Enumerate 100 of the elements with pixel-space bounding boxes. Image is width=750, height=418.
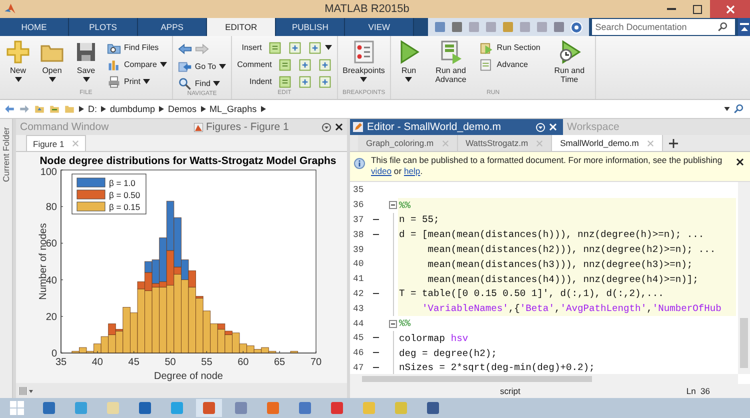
histogram-bar	[290, 350, 298, 354]
close-icon	[646, 140, 654, 146]
help-link[interactable]: video	[371, 166, 392, 176]
toolbar-icon[interactable]	[468, 21, 480, 33]
folder-icon	[64, 104, 75, 114]
cursor-position: Ln 36	[686, 386, 710, 396]
tick-label: 80	[46, 202, 57, 214]
search-icon	[178, 76, 192, 90]
ribbon-button[interactable]: Run Section	[478, 40, 542, 55]
help-link[interactable]: help	[404, 166, 420, 176]
scrollbar[interactable]	[350, 374, 738, 384]
app-icon	[394, 401, 408, 415]
panel-menu-icon[interactable]	[322, 122, 331, 132]
printer-icon	[107, 74, 121, 88]
app-icon	[74, 401, 88, 415]
help-icon[interactable]	[570, 20, 584, 34]
caret-icon[interactable]	[724, 107, 730, 111]
ribbon-button[interactable]: Advance	[478, 57, 542, 72]
ribbon-tab[interactable]: VIEW	[345, 18, 414, 36]
toolbar-icon[interactable]	[536, 21, 548, 33]
compare-icon	[107, 58, 121, 72]
info-icon	[354, 158, 365, 169]
close-icon[interactable]	[335, 123, 343, 131]
toolbar-icon[interactable]	[519, 21, 532, 33]
chevron-icon	[200, 106, 206, 112]
tick-label: 45	[128, 357, 140, 368]
ribbon-button[interactable]: Find Files	[105, 40, 169, 55]
folder-up-icon[interactable]	[34, 104, 45, 114]
code-line: nSizes = 2*sqrt(deg-min(deg)+0.2);	[399, 362, 595, 374]
plus-icon	[668, 138, 678, 148]
ribbon-button[interactable]: Indent	[248, 74, 334, 89]
close-button[interactable]	[710, 0, 750, 18]
breadcrumb[interactable]: Demos	[168, 104, 197, 114]
collapse-icon	[740, 22, 749, 32]
ribbon-tab[interactable]: APPS	[138, 18, 208, 36]
toolbar-icon[interactable]	[553, 21, 566, 33]
ribbon-button[interactable]: Open	[37, 38, 67, 84]
toolbar-icon[interactable]	[485, 21, 498, 33]
file-tab[interactable]: WattsStrogatz.m	[458, 135, 552, 151]
ribbon-tab[interactable]: EDITOR	[207, 18, 276, 36]
back-arrow-icon[interactable]	[4, 104, 15, 114]
search-box[interactable]: Search Documentation	[592, 19, 736, 35]
icon-button[interactable]	[194, 42, 209, 56]
app-icon	[138, 401, 152, 415]
toolbar-icon[interactable]	[502, 21, 514, 33]
ribbon-button[interactable]: Breakpoints	[340, 38, 387, 84]
breadcrumb[interactable]: dumbdump	[110, 104, 156, 114]
close-icon	[72, 140, 80, 147]
line-number: 42	[352, 288, 365, 299]
file-tab[interactable]: SmallWorld_demo.m	[552, 135, 663, 151]
tick-label: 35	[55, 357, 67, 368]
plus-icon	[6, 40, 30, 64]
figure-tab[interactable]: Figure 1	[26, 135, 86, 151]
ribbon-tab[interactable]: PLOTS	[69, 18, 138, 36]
ribbon-button[interactable]: Run	[394, 38, 424, 84]
panel-title: Editor - SmallWorld_demo.m	[367, 121, 502, 133]
legend-label: β = 0.50	[109, 190, 140, 200]
fold-icon[interactable]	[389, 201, 397, 210]
panel-tab[interactable]: Current Folder	[1, 119, 11, 191]
close-icon[interactable]	[736, 158, 744, 166]
panel-tab[interactable]: Figures - Figure 1	[190, 119, 293, 135]
forward-arrow-icon[interactable]	[19, 104, 30, 114]
chevron-icon	[159, 106, 164, 112]
status-text: script	[500, 386, 520, 396]
ribbon-button[interactable]: Go To	[176, 59, 228, 74]
ribbon-button[interactable]: Comment	[235, 57, 334, 72]
tick-label: 55	[201, 357, 212, 368]
toolbar-icon[interactable]	[451, 21, 464, 33]
document-icon	[278, 58, 292, 72]
ribbon-button[interactable]: Compare	[105, 57, 169, 72]
ribbon-button[interactable]: Save	[71, 38, 101, 84]
logo-icon	[4, 3, 16, 15]
line-number: 40	[352, 259, 365, 270]
ribbon-button[interactable]: Print	[105, 74, 169, 89]
ribbon-button[interactable]: Run and Advance	[428, 38, 474, 86]
breadcrumb[interactable]: ML_Graphs	[210, 104, 257, 114]
taskbar-app-button[interactable]	[196, 399, 222, 417]
ribbon-button[interactable]: Insert	[240, 40, 334, 55]
tick-label: 40	[46, 275, 57, 286]
ribbon-button[interactable]: Find	[176, 76, 228, 91]
collapse-ribbon-button[interactable]	[738, 18, 750, 36]
scrollbar[interactable]	[738, 182, 750, 374]
pencil-icon	[353, 122, 363, 132]
icon-button[interactable]	[178, 42, 192, 56]
search-field[interactable]: Search Documentation	[592, 20, 718, 34]
search-icon[interactable]	[734, 104, 744, 114]
code-line: deg = degree(h2);	[399, 348, 497, 359]
app-icon	[362, 401, 376, 415]
folder-icon[interactable]	[49, 104, 60, 114]
app-icon	[330, 401, 344, 415]
ribbon-tab[interactable]: PUBLISH	[276, 18, 346, 36]
ribbon-tab[interactable]: HOME	[0, 18, 70, 36]
toolbar-icon[interactable]	[434, 21, 446, 33]
breadcrumb[interactable]: D:	[88, 104, 97, 114]
ribbon-button[interactable]: Run and Time	[546, 38, 592, 86]
app-icon	[170, 401, 184, 415]
file-tab[interactable]: Graph_coloring.m	[358, 135, 458, 151]
line-number: 38	[352, 230, 365, 240]
ribbon-button[interactable]: New	[3, 38, 33, 84]
fold-icon[interactable]	[389, 320, 397, 328]
